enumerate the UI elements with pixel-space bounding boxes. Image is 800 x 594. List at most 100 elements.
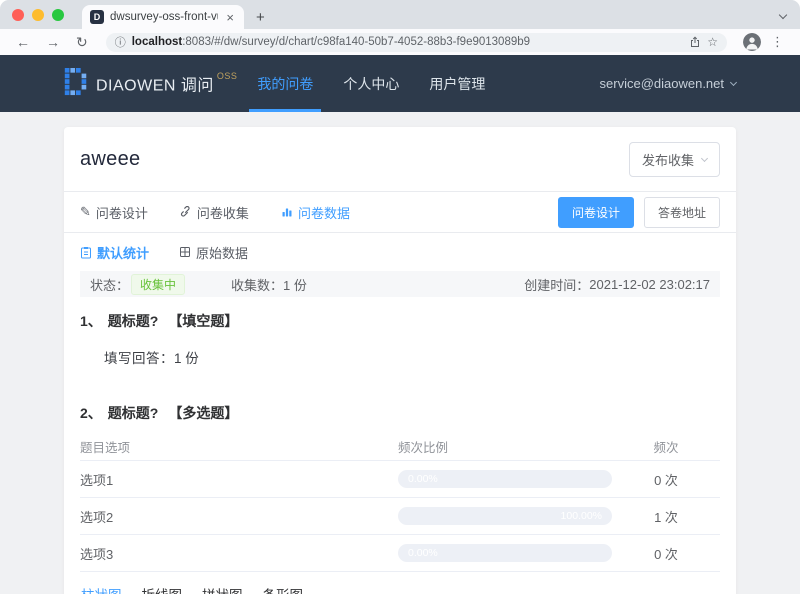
tab-label: 问卷收集 <box>196 205 249 221</box>
url-text: localhost:8083/#/dw/survey/d/chart/c98fa… <box>132 36 684 48</box>
count-value: 0 次 <box>654 546 678 562</box>
question-text: 题标题? <box>107 405 159 421</box>
minimize-window-button[interactable] <box>32 8 44 21</box>
question-block-2: 2、 题标题? 【多选题】 题目选项 频次比例 频次 选项1 0.00% 0 次… <box>64 389 736 572</box>
chart-tab-pie[interactable]: 拼状图 <box>201 584 244 594</box>
subtab-label: 默认统计 <box>97 245 150 261</box>
clipboard-icon <box>80 246 92 259</box>
brand-name: DIAOWEN 调问OSS <box>96 70 238 95</box>
back-button[interactable]: ← <box>10 35 36 49</box>
account-email: service@diaowen.net <box>599 76 724 91</box>
answer-url-button[interactable]: 答卷地址 <box>643 196 720 228</box>
brand-oss-badge: OSS <box>216 70 238 81</box>
survey-design-button[interactable]: 问卷设计 <box>557 196 634 228</box>
pencil-icon: ✎ <box>80 204 91 219</box>
browser-tab-strip: D dwsurvey-oss-front-vue × + <box>0 0 800 29</box>
bar-label: 0.00% <box>408 547 438 559</box>
app-header: DIAOWEN 调问OSS 我的问卷 个人中心 用户管理 service@dia… <box>0 55 800 112</box>
header-option: 题目选项 <box>80 441 131 455</box>
fullscreen-window-button[interactable] <box>52 8 64 21</box>
question-type-badge: 【填空题】 <box>168 313 239 329</box>
close-window-button[interactable] <box>12 8 24 21</box>
created-group: 创建时间： 2021-12-02 23:02:17 <box>524 275 710 294</box>
account-menu[interactable]: service@diaowen.net <box>599 76 738 91</box>
publish-collect-dropdown[interactable]: 发布收集 <box>628 142 720 177</box>
card-header: aweee 发布收集 <box>64 127 736 192</box>
close-tab-icon[interactable]: × <box>224 10 236 25</box>
bar-label: 0.00% <box>408 473 438 485</box>
count-value: 1 次 <box>654 509 678 525</box>
progress-bar: 0.00% <box>398 470 612 488</box>
chart-tab-line[interactable]: 拆线图 <box>141 584 184 594</box>
tab-title: dwsurvey-oss-front-vue <box>110 11 219 23</box>
page-background: aweee 发布收集 ✎ 问卷设计 问卷收集 问卷数据 问卷设计 答卷地址 默认… <box>0 112 800 594</box>
stats-table: 题目选项 频次比例 频次 选项1 0.00% 0 次 选项2 100.00% 1… <box>80 433 720 572</box>
chevron-down-icon <box>729 78 738 86</box>
header-ratio: 频次比例 <box>398 441 449 455</box>
new-tab-button[interactable]: + <box>244 5 277 29</box>
tab-search-chevron-icon[interactable] <box>778 5 788 23</box>
question-title: 1、 题标题? 【填空题】 <box>80 311 720 331</box>
question-text: 题标题? <box>107 313 159 329</box>
header-count: 频次 <box>653 441 679 455</box>
tab-survey-data[interactable]: 问卷数据 <box>281 203 350 222</box>
nav-item-profile-center[interactable]: 个人中心 <box>341 55 401 112</box>
question-block-1: 1、 题标题? 【填空题】 填写回答：1 份 <box>64 297 736 371</box>
bookmark-star-icon[interactable]: ☆ <box>707 35 718 49</box>
answer-label: 填写回答： <box>104 351 174 366</box>
forward-button[interactable]: → <box>40 35 66 49</box>
table-row: 选项1 0.00% 0 次 <box>80 461 720 498</box>
link-icon <box>180 206 192 218</box>
chart-type-tabs: 柱状图 拆线图 拼状图 条形图 <box>80 572 720 594</box>
question-index: 2、 <box>80 405 102 421</box>
nav-item-my-surveys[interactable]: 我的问卷 <box>249 55 322 112</box>
answer-value: 1 份 <box>174 351 199 366</box>
survey-tabs-row: ✎ 问卷设计 问卷收集 问卷数据 问卷设计 答卷地址 <box>64 192 736 233</box>
bar-chart-icon <box>281 206 293 218</box>
table-row: 选项2 100.00% 1 次 <box>80 498 720 535</box>
site-info-icon[interactable]: ⓘ <box>115 34 126 50</box>
window-controls <box>0 0 74 29</box>
browser-menu-icon[interactable]: ⋮ <box>765 34 790 50</box>
reload-button[interactable]: ↻ <box>70 35 94 49</box>
status-label: 状态： <box>90 277 130 293</box>
nav-item-user-management[interactable]: 用户管理 <box>427 55 487 112</box>
tab-survey-collect[interactable]: 问卷收集 <box>180 203 249 222</box>
table-row: 选项3 0.00% 0 次 <box>80 535 720 572</box>
count-value: 0 次 <box>654 472 678 488</box>
tab-survey-design[interactable]: ✎ 问卷设计 <box>80 203 148 222</box>
survey-card: aweee 发布收集 ✎ 问卷设计 问卷收集 问卷数据 问卷设计 答卷地址 默认… <box>64 127 736 594</box>
progress-bar: 100.00% <box>398 507 612 525</box>
created-label: 创建时间： <box>524 277 590 293</box>
created-value: 2021-12-02 23:02:17 <box>589 276 710 292</box>
site-favicon-icon: D <box>90 10 104 24</box>
subtab-label: 原始数据 <box>196 245 249 261</box>
tab-label: 问卷设计 <box>95 205 148 221</box>
share-icon[interactable] <box>689 36 701 48</box>
question-index: 1、 <box>80 313 102 329</box>
tab-label: 问卷数据 <box>297 205 350 221</box>
url-bar[interactable]: ⓘ localhost:8083/#/dw/survey/d/chart/c98… <box>105 32 727 52</box>
browser-tab[interactable]: D dwsurvey-oss-front-vue × <box>82 5 244 29</box>
status-group: 状态： 收集中 <box>90 273 186 295</box>
chart-tab-column[interactable]: 柱状图 <box>80 584 123 594</box>
subtab-raw-data[interactable]: 原始数据 <box>179 243 248 262</box>
option-label: 选项1 <box>80 472 114 488</box>
publish-collect-label: 发布收集 <box>641 153 694 168</box>
subtab-default-stats[interactable]: 默认统计 <box>80 243 149 262</box>
option-label: 选项3 <box>80 546 114 562</box>
table-grid-icon <box>179 246 191 258</box>
bar-label: 100.00% <box>560 510 602 522</box>
url-path: :8083/#/dw/survey/d/chart/c98fa140-50b7-… <box>182 36 531 48</box>
profile-avatar[interactable] <box>743 33 761 51</box>
question-title: 2、 题标题? 【多选题】 <box>80 403 720 423</box>
main-nav: 我的问卷 个人中心 用户管理 <box>249 55 487 112</box>
progress-bar: 0.00% <box>398 544 612 562</box>
option-label: 选项2 <box>80 509 114 525</box>
data-subtabs: 默认统计 原始数据 <box>64 233 736 271</box>
question-type-badge: 【多选题】 <box>168 405 239 421</box>
table-header-row: 题目选项 频次比例 频次 <box>80 433 720 461</box>
chart-tab-bar[interactable]: 条形图 <box>262 584 305 594</box>
browser-toolbar: ← → ↻ ⓘ localhost:8083/#/dw/survey/d/cha… <box>0 29 800 55</box>
brand[interactable]: DIAOWEN 调问OSS <box>64 67 238 99</box>
